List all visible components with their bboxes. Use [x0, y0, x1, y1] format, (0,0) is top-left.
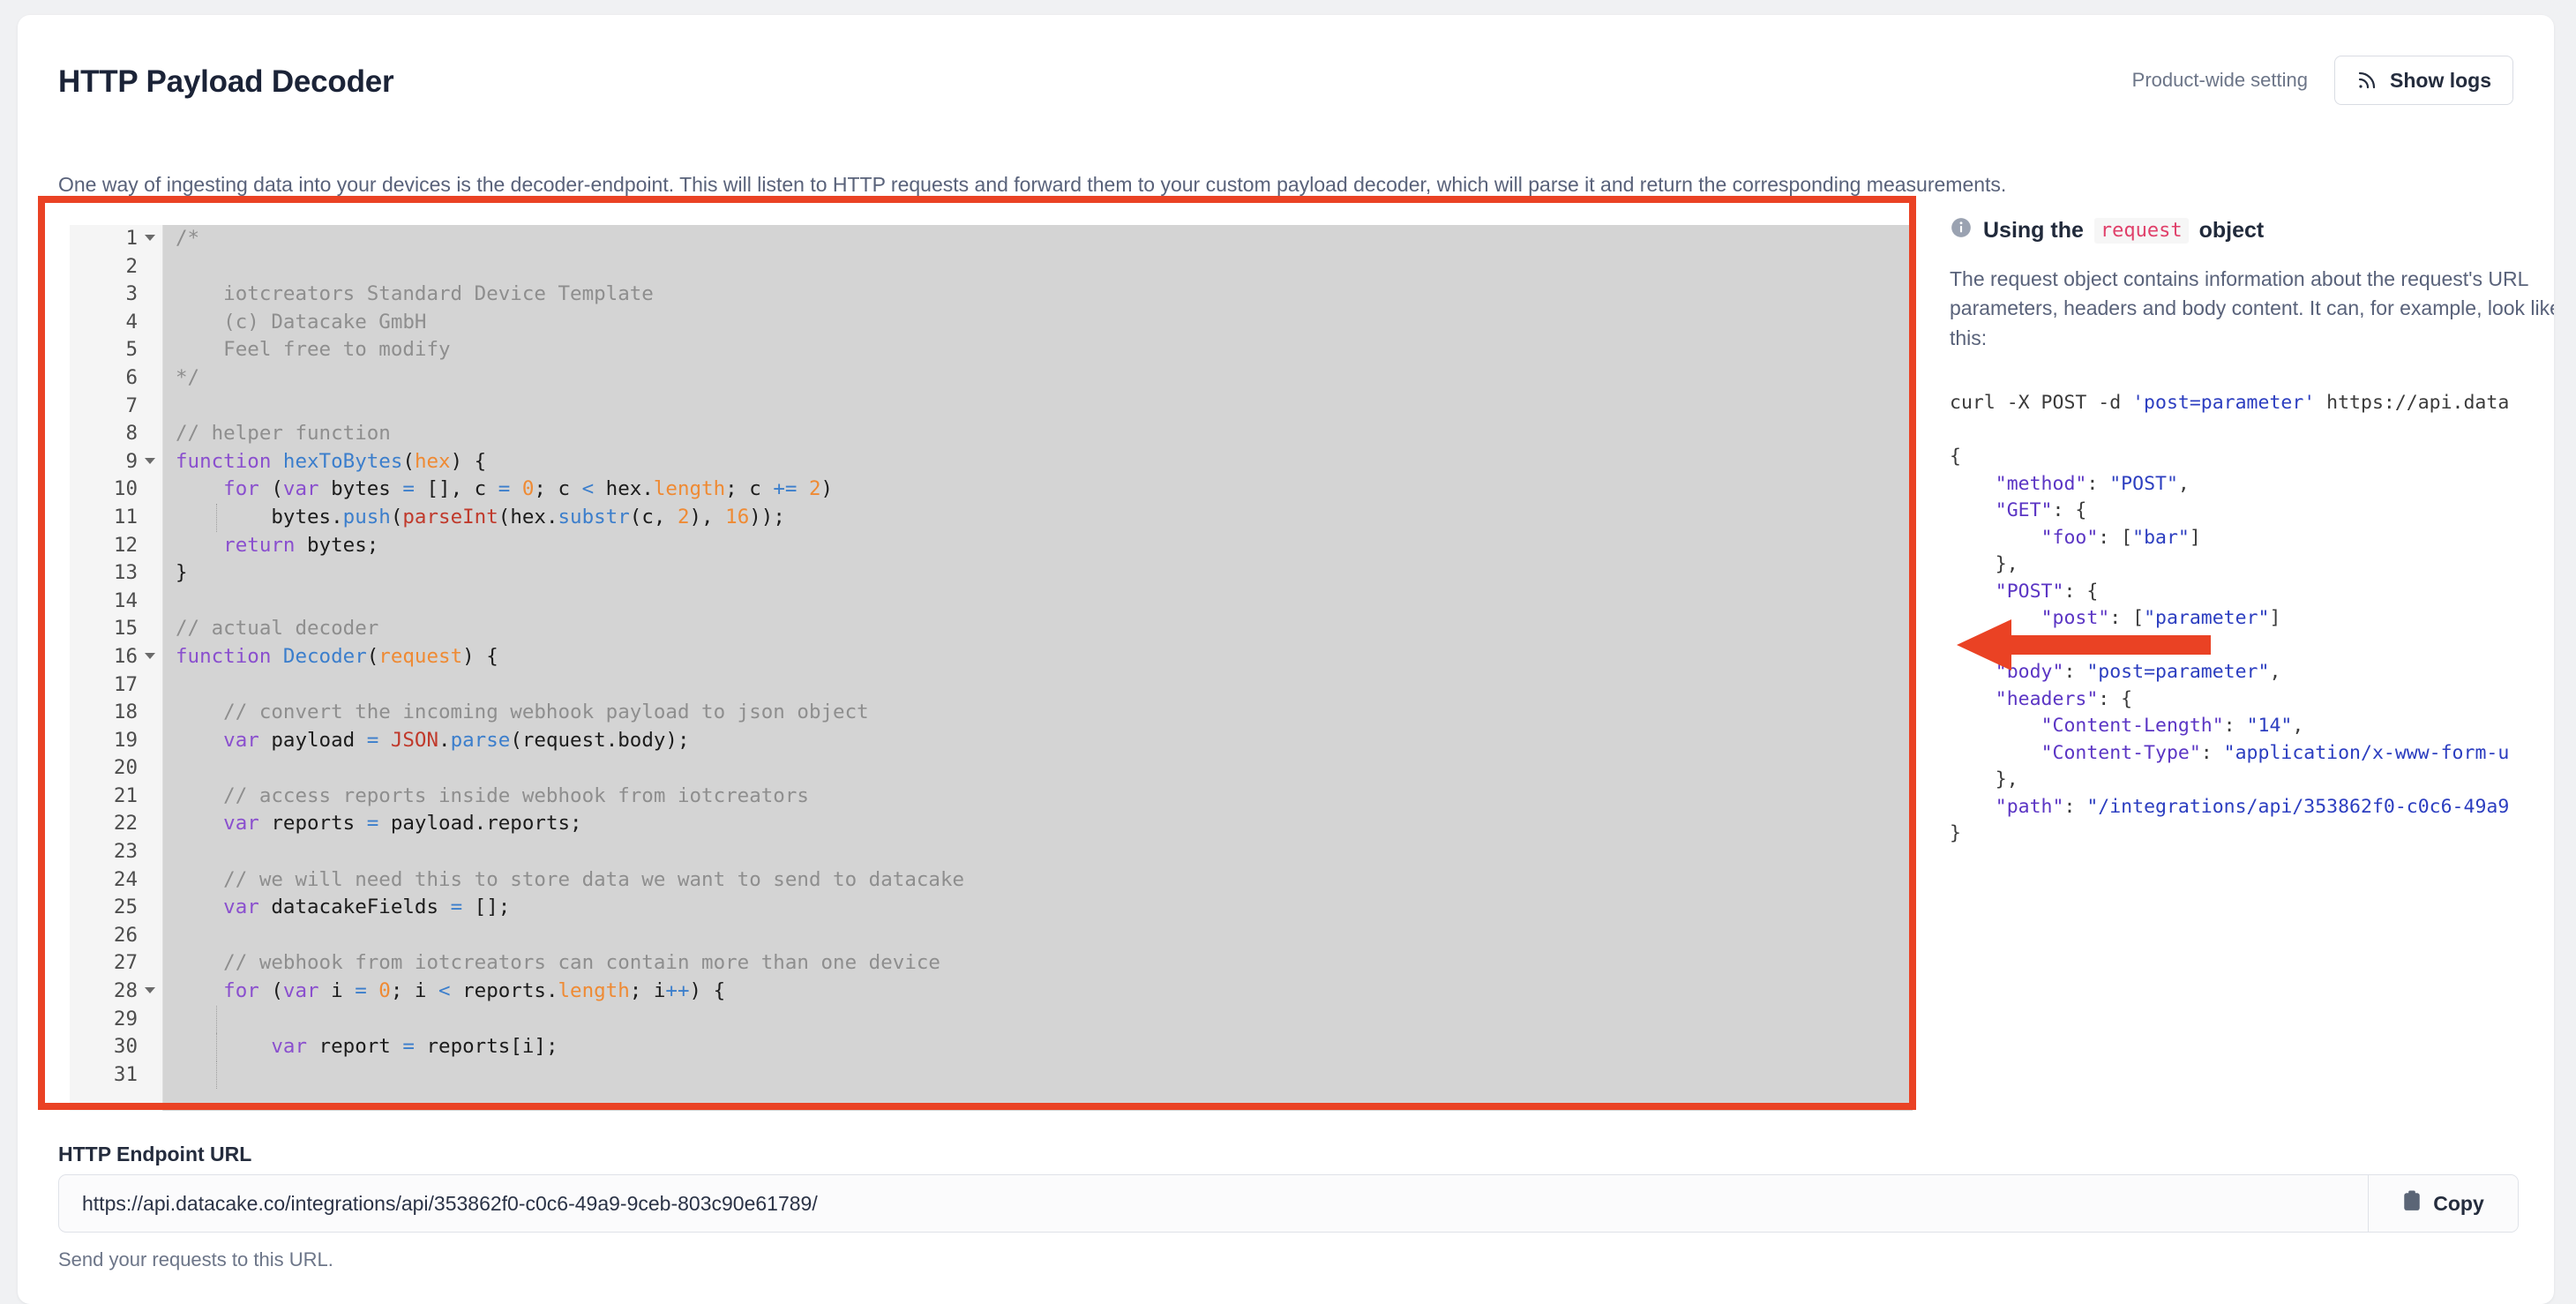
- code-line: // access reports inside webhook from io…: [176, 783, 809, 807]
- editor-code-area[interactable]: /* iotcreators Standard Device Template …: [163, 225, 1913, 1111]
- line-number: 23: [113, 840, 138, 864]
- code-line: function hexToBytes(hex) {: [176, 449, 487, 473]
- show-logs-button[interactable]: Show logs: [2334, 56, 2513, 105]
- payload-decoder-code-editor[interactable]: 1 2 3 4 5 6 7 8 9 10 11 12 13 14 15 16 17 18 19 20 21 22 23 24 2…: [70, 225, 1913, 1111]
- line-number: 1: [70, 225, 162, 253]
- line-number: 28: [70, 978, 162, 1006]
- line-number: 10: [113, 477, 138, 501]
- page-title: HTTP Payload Decoder: [58, 64, 394, 99]
- line-number: 15: [113, 617, 138, 641]
- line-number: 12: [113, 533, 138, 557]
- code-line: // we will need this to store data we wa…: [176, 867, 965, 891]
- code-line: iotcreators Standard Device Template: [176, 282, 654, 306]
- info-circle-icon: [1950, 216, 1973, 245]
- code-line: var report = reports[i];: [176, 1033, 1913, 1061]
- code-line: var datacakeFields = [];: [176, 896, 511, 919]
- copy-button[interactable]: Copy: [2368, 1175, 2518, 1232]
- editor-line-number-gutter: 1 2 3 4 5 6 7 8 9 10 11 12 13 14 15 16 17 18 19 20 21 22 23 24 2…: [70, 225, 163, 1111]
- http-endpoint-help-text: Send your requests to this URL.: [58, 1248, 333, 1270]
- http-endpoint-url-row: Copy: [58, 1174, 2519, 1233]
- code-line: }: [176, 561, 188, 585]
- http-endpoint-url-label: HTTP Endpoint URL: [58, 1143, 252, 1165]
- code-line: */: [176, 365, 200, 389]
- card-header: HTTP Payload Decoder Product-wide settin…: [18, 15, 2554, 121]
- code-line: Feel free to modify: [176, 338, 451, 362]
- decoder-description: One way of ingesting data into your devi…: [58, 173, 2007, 196]
- code-line: var payload = JSON.parse(request.body);: [176, 728, 690, 752]
- line-number: 18: [113, 701, 138, 724]
- fold-caret-icon[interactable]: [145, 457, 155, 464]
- rss-broadcast-icon: [2356, 70, 2378, 91]
- line-number: 22: [113, 812, 138, 836]
- fold-caret-icon[interactable]: [145, 235, 155, 241]
- code-line: for (var i = 0; i < reports.length; i++)…: [176, 979, 726, 1003]
- info-title-suffix: object: [2198, 218, 2265, 243]
- code-line: [176, 1060, 1913, 1090]
- line-number: 30: [113, 1035, 138, 1059]
- code-line: // helper function: [176, 422, 391, 446]
- code-line: var reports = payload.reports;: [176, 812, 582, 836]
- line-number: 11: [113, 505, 138, 528]
- line-number: 16: [70, 643, 162, 671]
- product-wide-setting-label: Product-wide setting: [2131, 69, 2308, 91]
- info-title-prefix: Using the: [1983, 218, 2084, 243]
- line-number: 7: [125, 393, 138, 417]
- line-number: 25: [113, 896, 138, 919]
- line-number: 3: [125, 282, 138, 306]
- code-line: // webhook from iotcreators can contain …: [176, 951, 940, 975]
- code-line: bytes.push(parseInt(hex.substr(c, 2), 16…: [176, 503, 1913, 532]
- clipboard-icon: [2402, 1190, 2422, 1217]
- code-line: function Decoder(request) {: [176, 644, 498, 668]
- fold-caret-icon[interactable]: [145, 987, 155, 994]
- request-code-chip: request: [2093, 218, 2189, 244]
- line-number: 5: [125, 338, 138, 362]
- info-panel-title: Using the request object: [1950, 216, 2554, 245]
- show-logs-label: Show logs: [2390, 68, 2491, 92]
- request-object-example-code: curl -X POST -d 'post=parameter' https:/…: [1950, 392, 2510, 845]
- code-line: /*: [176, 227, 200, 250]
- line-number: 29: [113, 1007, 138, 1030]
- fold-caret-icon[interactable]: [145, 652, 155, 659]
- code-line: // actual decoder: [176, 617, 379, 641]
- line-number: 24: [113, 867, 138, 891]
- request-object-info-panel: Using the request object The request obj…: [1950, 216, 2554, 1107]
- line-number: 14: [113, 588, 138, 612]
- line-number: 4: [125, 310, 138, 333]
- line-number: 31: [113, 1062, 138, 1086]
- code-line: (c) Datacake GmbH: [176, 310, 427, 333]
- line-number: 17: [113, 672, 138, 696]
- line-number: 8: [125, 422, 138, 446]
- line-number: 6: [125, 365, 138, 389]
- info-panel-body: The request object contains information …: [1950, 267, 2554, 349]
- http-endpoint-url-input[interactable]: [59, 1175, 2368, 1232]
- line-number: 2: [125, 254, 138, 278]
- line-number: 26: [113, 923, 138, 947]
- code-line: for (var bytes = [], c = 0; c < hex.leng…: [176, 477, 834, 501]
- line-number: 13: [113, 561, 138, 585]
- code-line: // convert the incoming webhook payload …: [176, 701, 869, 724]
- code-line: return bytes;: [176, 533, 379, 557]
- header-actions: Product-wide setting Show logs: [2132, 56, 2513, 105]
- copy-label: Copy: [2433, 1191, 2484, 1215]
- line-number: 21: [113, 783, 138, 807]
- line-number: 27: [113, 951, 138, 975]
- line-number: 19: [113, 728, 138, 752]
- line-number: 9: [70, 448, 162, 476]
- line-number: 20: [113, 756, 138, 780]
- code-line: [176, 1005, 1913, 1034]
- http-payload-decoder-card: HTTP Payload Decoder Product-wide settin…: [18, 15, 2554, 1304]
